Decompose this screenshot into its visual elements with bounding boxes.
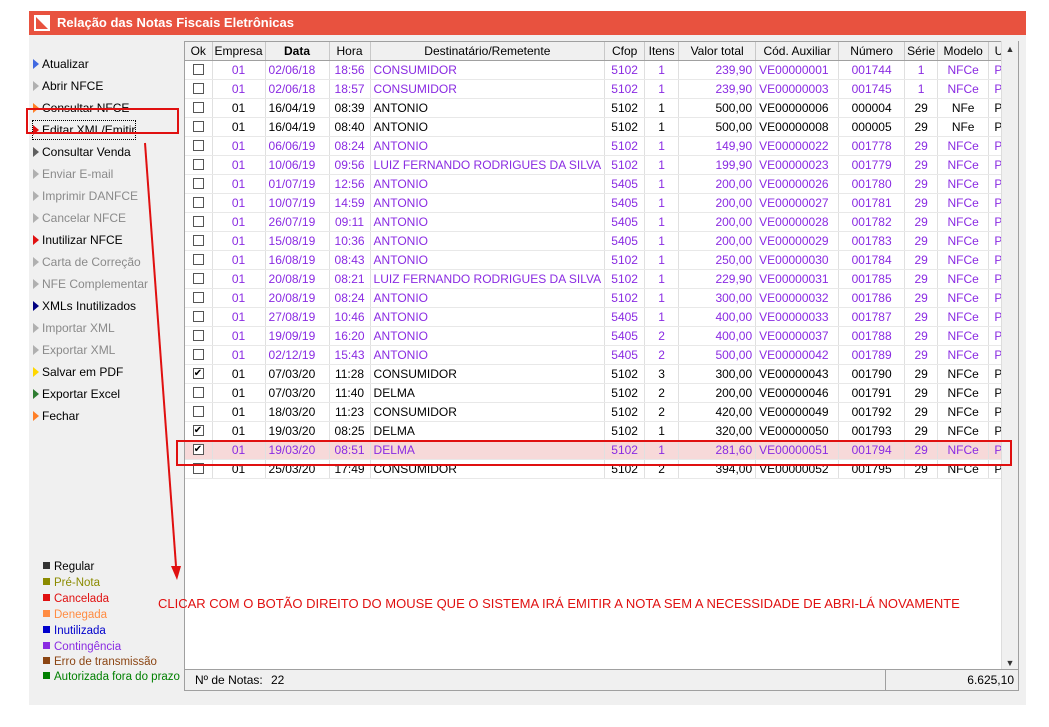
annotation-arrow	[144, 142, 181, 580]
annotation-text: CLICAR COM O BOTÃO DIREITO DO MOUSE QUE …	[158, 596, 960, 611]
